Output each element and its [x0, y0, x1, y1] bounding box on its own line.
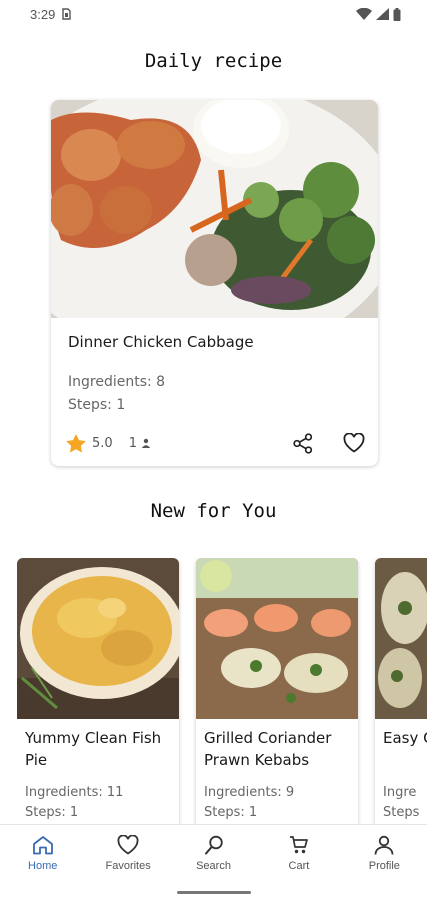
recipe-ingredients: Ingre [383, 785, 417, 800]
recipe-image [375, 558, 427, 719]
favorite-button[interactable] [342, 432, 366, 454]
search-icon [204, 835, 223, 855]
nav-cart[interactable]: Cart [256, 825, 341, 884]
nav-home-label: Home [28, 860, 58, 872]
new-for-you-heading: New for You [150, 500, 277, 522]
nav-favorites[interactable]: Favorites [85, 825, 170, 884]
daily-actions: 5.0 1 [66, 432, 366, 454]
nav-profile[interactable]: Profile [342, 825, 427, 884]
status-bar: 3:29 [0, 0, 427, 28]
signal-icon [376, 8, 389, 20]
nav-cart-label: Cart [288, 860, 310, 872]
daily-steps: Steps: 1 [68, 397, 126, 413]
daily-recipe-title: Dinner Chicken Cabbage [68, 333, 254, 351]
home-indicator[interactable] [177, 891, 251, 894]
nav-search[interactable]: Search [171, 825, 256, 884]
nav-search-label: Search [196, 860, 231, 872]
daily-recipe-card[interactable]: Dinner Chicken Cabbage Ingredients: 8 St… [51, 100, 378, 466]
sim-icon [62, 8, 72, 20]
recipe-ingredients: Ingredients: 11 [25, 785, 124, 800]
recipe-steps: Steps [383, 805, 420, 820]
recipe-meta: Ingredients: 9 Steps: 1 [204, 783, 294, 823]
star-icon [66, 433, 86, 453]
recipe-card[interactable]: Grilled Coriander Prawn Kebabs Ingredien… [196, 558, 358, 824]
recipe-card[interactable]: Easy Chick Ingre Steps [375, 558, 427, 824]
heart-icon [117, 835, 139, 855]
recipe-steps: Steps: 1 [25, 805, 79, 820]
recipe-ingredients: Ingredients: 9 [204, 785, 295, 800]
reviews-count: 1 [128, 435, 137, 451]
share-button[interactable] [292, 432, 314, 454]
share-icon [293, 432, 313, 454]
recipe-card[interactable]: Yummy Clean Fish Pie Ingredients: 11 Ste… [17, 558, 179, 824]
bottom-navigation: Home Favorites Search Cart Profile [0, 824, 427, 884]
cart-icon [289, 836, 308, 854]
wifi-icon [356, 8, 372, 20]
nav-profile-label: Profile [368, 860, 400, 872]
daily-recipe-meta: Ingredients: 8 Steps: 1 [68, 371, 165, 417]
recipe-title: Yummy Clean Fish Pie [25, 729, 162, 769]
rating-value: 5.0 [92, 435, 113, 451]
recipe-title: Grilled Coriander Prawn Kebabs [204, 729, 332, 769]
nav-favorites-label: Favorites [105, 860, 151, 872]
recipe-steps: Steps: 1 [204, 805, 258, 820]
heart-icon [343, 433, 365, 453]
recipe-meta: Ingre Steps [383, 783, 419, 823]
daily-recipe-image [51, 100, 378, 318]
recipe-meta: Ingredients: 11 Steps: 1 [25, 783, 123, 823]
new-recipes-carousel[interactable]: Yummy Clean Fish Pie Ingredients: 11 Ste… [17, 558, 427, 824]
recipe-image [196, 558, 358, 719]
person-icon [374, 835, 394, 855]
recipe-title: Easy Chick [383, 729, 427, 747]
person-small-icon [141, 438, 151, 448]
nav-home[interactable]: Home [0, 825, 85, 884]
home-icon [32, 836, 53, 855]
daily-recipe-heading: Daily recipe [144, 50, 283, 72]
recipe-image [17, 558, 179, 719]
battery-icon [393, 7, 401, 21]
status-time: 3:29 [30, 6, 56, 22]
reviews-count-group: 1 [129, 436, 151, 451]
daily-ingredients: Ingredients: 8 [68, 374, 166, 390]
